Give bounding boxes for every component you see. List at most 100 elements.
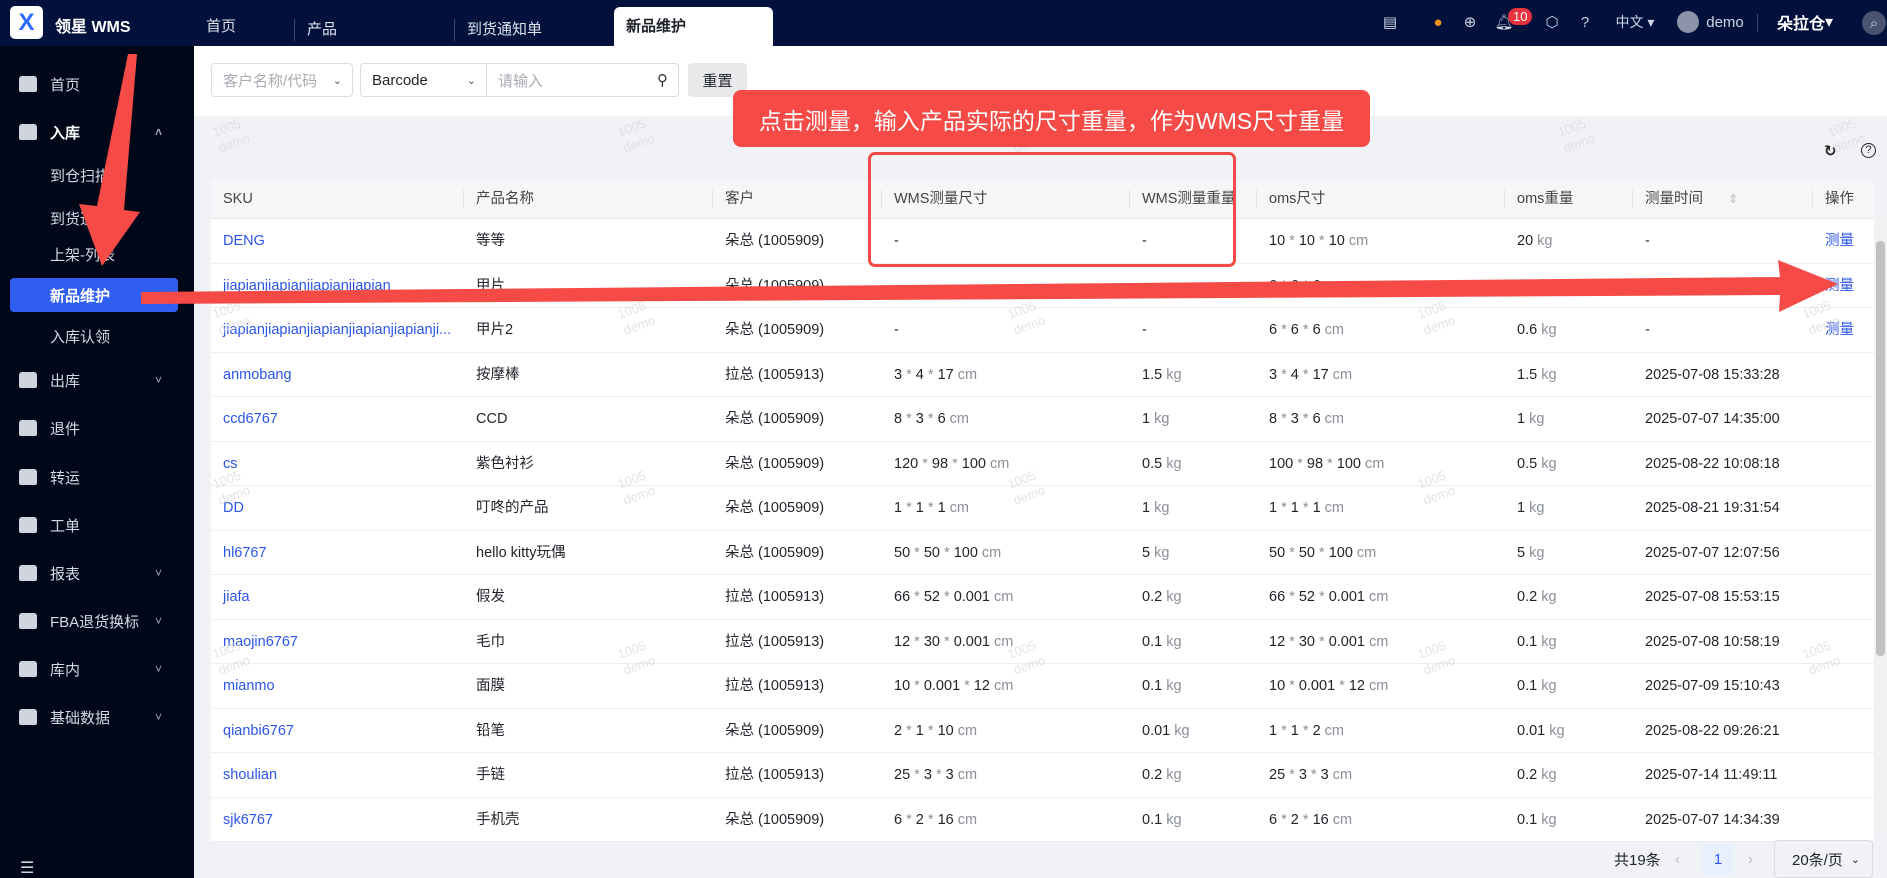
sidebar-item-label: 入库认领 xyxy=(50,328,111,346)
size-value: 3 * 4 * 17 cm xyxy=(894,366,978,383)
customer: 朵总 (1005909) xyxy=(725,322,825,338)
sidebar-item[interactable]: 转运 xyxy=(0,462,194,492)
avatar[interactable] xyxy=(1677,11,1699,33)
refresh-icon[interactable]: ↻ xyxy=(1824,142,1837,160)
measure-button[interactable]: 测量 xyxy=(1813,219,1854,263)
search-icon[interactable]: ⚲ xyxy=(657,71,668,89)
oms-size: 6 * 2 * 16 cm xyxy=(1257,798,1352,842)
sku-link[interactable]: mianmo xyxy=(211,664,275,708)
product-name: CCD xyxy=(476,411,508,427)
sidebar-item[interactable]: 入库 ˄ xyxy=(0,117,194,147)
total-count: 共19条 xyxy=(1614,851,1661,869)
sku-link[interactable]: jiafa xyxy=(211,575,250,619)
weight-value: 0.2 kg xyxy=(1142,767,1182,783)
help-icon[interactable]: ? xyxy=(1575,12,1595,32)
customer-select[interactable]: 客户名称/代码 ⌄ xyxy=(211,63,353,97)
customer: 朵总 (1005909) xyxy=(725,233,825,249)
page-1-button[interactable]: 1 xyxy=(1702,843,1734,875)
measure-button[interactable]: 测量 xyxy=(1813,308,1854,352)
logo-icon: X xyxy=(10,6,43,39)
sidebar-item[interactable]: 退件 xyxy=(0,413,194,443)
sidebar-item-label: 首页 xyxy=(50,76,81,94)
sidebar-item[interactable]: 新品维护 xyxy=(10,278,178,312)
chevron-down-icon: ⌄ xyxy=(1850,853,1860,866)
sku-link[interactable]: jiapianjiapianjiapianjiapian xyxy=(211,264,391,308)
divider xyxy=(1757,14,1758,32)
measure-time: 2025-08-22 09:26:21 xyxy=(1645,722,1780,739)
robot-icon[interactable]: ● xyxy=(1428,12,1448,32)
oms-size: 3 * 4 * 17 cm xyxy=(1257,353,1352,397)
measure-time: 2025-08-22 10:08:18 xyxy=(1645,455,1780,472)
column-header: 客户 xyxy=(712,190,754,208)
sidebar-item[interactable]: 上架-列表 xyxy=(0,239,194,269)
wms-size: 1 * 1 * 1 cm xyxy=(882,486,969,530)
help-icon[interactable]: ? xyxy=(1861,143,1876,158)
sku-link[interactable]: hl6767 xyxy=(211,531,267,575)
language-select[interactable]: 中文 ▾ xyxy=(1610,12,1660,32)
sidebar-item[interactable]: 库内 ˅ xyxy=(0,654,194,684)
prev-page-button[interactable]: ‹ xyxy=(1675,842,1680,876)
sku-link[interactable]: shoulian xyxy=(211,753,277,797)
sku-link[interactable]: anmobang xyxy=(211,353,292,397)
size-value: 50 * 50 * 100 cm xyxy=(1269,544,1377,561)
size-value: 6 * 2 * 16 cm xyxy=(894,811,978,828)
search-input[interactable]: 请输入 ⚲ xyxy=(486,63,679,97)
sidebar-item[interactable]: FBA退货换标 ˅ xyxy=(0,606,194,636)
wms-size: 66 * 52 * 0.001 cm xyxy=(882,575,1013,619)
download-icon[interactable]: ⊕ xyxy=(1460,12,1480,32)
tab-new-product-maintenance[interactable]: 新品维护 xyxy=(614,7,773,46)
search-icon[interactable]: ⌕ xyxy=(1862,11,1886,35)
wms-size: 50 * 50 * 100 cm xyxy=(882,531,1001,575)
scrollbar-thumb[interactable] xyxy=(1876,241,1885,656)
warehouse-select[interactable]: 朵拉仓 ▾ xyxy=(1773,12,1837,33)
wms-weight: 0.01 kg xyxy=(1130,709,1190,753)
settings-icon[interactable]: ⬡ xyxy=(1542,12,1562,32)
chevron-down-icon: ˅ xyxy=(155,710,163,724)
sidebar-item[interactable]: 基础数据 ˅ xyxy=(0,702,194,732)
tab-products[interactable]: 产品 xyxy=(294,19,337,41)
sidebar-item[interactable]: 出库 ˅ xyxy=(0,365,194,395)
sku-link[interactable]: cs xyxy=(211,442,238,486)
sidebar-item[interactable]: 工单 xyxy=(0,510,194,540)
wms-weight: - xyxy=(1130,308,1147,352)
inbox-icon[interactable]: ▤ xyxy=(1380,12,1400,32)
measure-time: 2025-07-07 14:34:39 xyxy=(1645,811,1780,828)
username[interactable]: demo xyxy=(1705,12,1745,32)
table-scrollbar[interactable] xyxy=(1874,219,1887,832)
sku-link[interactable]: maojin6767 xyxy=(211,620,298,664)
next-page-button[interactable]: › xyxy=(1748,842,1753,876)
search-type-select[interactable]: Barcode ⌄ xyxy=(360,63,487,97)
customer: 拉总 (1005913) xyxy=(725,589,825,605)
menu-icon xyxy=(19,420,37,436)
sku-link[interactable]: ccd6767 xyxy=(211,397,278,441)
oms-size: 8 * 3 * 6 cm xyxy=(1257,397,1344,441)
sku-link[interactable]: sjk6767 xyxy=(211,798,273,842)
sidebar-item[interactable]: 到货通知单 xyxy=(0,203,194,233)
sku-link[interactable]: DENG xyxy=(211,219,265,263)
sidebar-item[interactable]: 入库认领 xyxy=(0,321,194,351)
sidebar-item[interactable]: 到仓扫描 xyxy=(0,160,194,190)
tab-home[interactable]: 首页 xyxy=(206,7,236,46)
weight-value: 1 kg xyxy=(1517,500,1545,516)
collapse-menu-icon[interactable]: ☰ xyxy=(20,858,34,878)
weight-value: 1 kg xyxy=(1142,411,1170,427)
table-row: shoulian 手链 拉总 (1005913) 25 * 3 * 3 cm 0.2 k… xyxy=(211,753,1874,798)
oms-size: 100 * 98 * 100 cm xyxy=(1257,442,1384,486)
page-size-select[interactable]: 20条/页 ⌄ xyxy=(1774,840,1873,878)
sku-link[interactable]: qianbi6767 xyxy=(211,709,294,753)
customer: 朵总 (1005909) xyxy=(725,411,825,427)
chevron-down-icon: ⌄ xyxy=(332,74,342,87)
sidebar-item[interactable]: 首页 xyxy=(0,69,194,99)
sidebar-item[interactable]: 报表 ˅ xyxy=(0,558,194,588)
sku-link[interactable]: jiapianjiapianjiapianjiapianjiapianji... xyxy=(211,308,451,352)
column-header[interactable]: 测量时间 xyxy=(1632,190,1703,208)
tab-arrival-notice[interactable]: 到货通知单 xyxy=(454,19,542,41)
sort-icon[interactable]: ⇕ xyxy=(1728,192,1738,206)
measure-button[interactable]: 测量 xyxy=(1813,264,1854,308)
product-name: 叮咚的产品 xyxy=(476,500,549,516)
sku-link[interactable]: DD xyxy=(211,486,244,530)
sidebar-item-label: 新品维护 xyxy=(50,287,111,305)
product-name: 甲片2 xyxy=(476,322,514,338)
measure-time: 2025-07-07 12:07:56 xyxy=(1645,544,1780,561)
table-row: anmobang 按摩棒 拉总 (1005913) 3 * 4 * 17 cm 1.5 … xyxy=(211,352,1874,397)
